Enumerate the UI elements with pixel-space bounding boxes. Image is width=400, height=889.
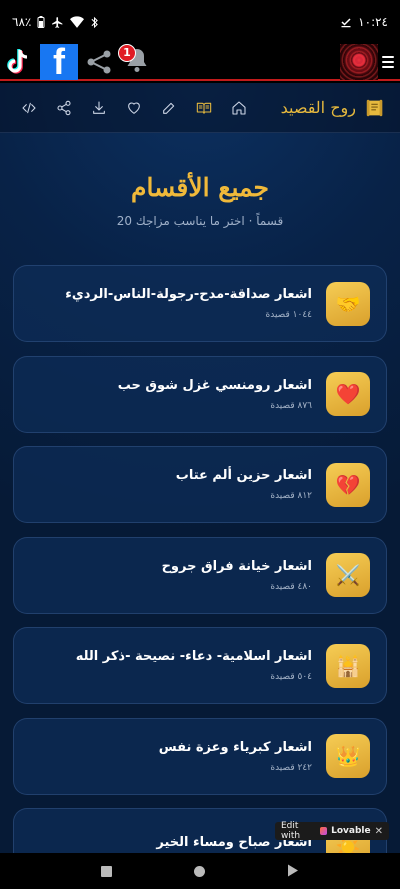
- close-icon[interactable]: ✕: [375, 826, 383, 837]
- category-card[interactable]: اشعار رومنسي غزل شوق حب ٨٧٦ قصيدة ❤️: [13, 355, 387, 433]
- scroll-icon: [364, 97, 386, 119]
- battery-icon: [37, 16, 45, 28]
- category-text: اشعار صداقة-مدح-رجولة-الناس-الرديء ١٠٤٤ ق…: [65, 287, 312, 320]
- menu-icon[interactable]: [382, 55, 394, 68]
- category-count: ٨٧٦ قصيدة: [270, 400, 312, 411]
- status-bar: ٦٨٪ ١٠:٢٤: [0, 0, 400, 44]
- category-card[interactable]: اشعار اسلامية- دعاء- نصيحة -ذكر الله ٥٠٤ …: [13, 627, 387, 704]
- airplane-icon: [51, 16, 64, 29]
- category-emoji-icon: ❤️: [326, 372, 370, 416]
- battery-percent: ٦٨٪: [12, 15, 32, 29]
- download-icon[interactable]: [90, 99, 108, 117]
- category-count: ١٠٤٤ قصيدة: [265, 310, 312, 320]
- heart-icon[interactable]: [125, 99, 143, 117]
- category-text: اشعار كبرياء وعزة نفس ٢٤٢ قصيدة: [159, 740, 312, 773]
- lovable-prefix: Edit with: [281, 821, 301, 841]
- home-icon[interactable]: [230, 99, 248, 117]
- app-bar-right: [340, 43, 394, 80]
- wifi-icon: [70, 16, 85, 28]
- share-icon[interactable]: [82, 45, 116, 79]
- category-text: اشعار رومنسي غزل شوق حب ٨٧٦ قصيدة: [118, 378, 312, 411]
- category-text: اشعار اسلامية- دعاء- نصيحة -ذكر الله ٥٠٤ …: [76, 649, 312, 682]
- category-emoji-icon: 👑: [326, 734, 370, 778]
- category-emoji-icon: 💔: [326, 462, 370, 507]
- status-left: ٦٨٪: [12, 15, 99, 29]
- lovable-heart-icon: [320, 827, 328, 835]
- code-icon[interactable]: [20, 99, 38, 117]
- category-count: ٢٤٢ قصيدة: [270, 762, 312, 773]
- recents-button[interactable]: [101, 865, 112, 877]
- category-title: اشعار حزين ألم عتاب: [175, 468, 312, 483]
- category-emoji-icon: 🕌: [326, 643, 370, 688]
- category-emoji-icon: ⚔️: [326, 553, 370, 597]
- brand[interactable]: روح القصيد: [281, 97, 386, 119]
- category-count: ٤٨٠ قصيدة: [270, 581, 312, 592]
- app-bar-left: f 1: [2, 43, 154, 80]
- share-icon[interactable]: [55, 99, 73, 117]
- facebook-glyph: f: [53, 43, 65, 80]
- page-heading: جميع الأقسام 20 قسماً · اختر ما يناسب مز…: [0, 173, 400, 228]
- category-list: اشعار صداقة-مدح-رجولة-الناس-الرديء ١٠٤٤ ق…: [13, 265, 387, 853]
- status-right: ١٠:٢٤: [340, 15, 388, 29]
- toolbar-actions: [20, 99, 248, 117]
- notification-bell[interactable]: 1: [118, 43, 154, 79]
- tiktok-icon[interactable]: [2, 45, 36, 79]
- toolbar: روح القصيد: [0, 83, 400, 133]
- lovable-badge[interactable]: Edit with Lovable ✕: [275, 821, 389, 841]
- download-done-icon: [340, 16, 352, 28]
- category-text: اشعار خيانة فراق جروح ٤٨٠ قصيدة: [162, 559, 312, 592]
- book-icon[interactable]: [195, 99, 213, 117]
- category-card[interactable]: اشعار صداقة-مدح-رجولة-الناس-الرديء ١٠٤٤ ق…: [13, 265, 387, 342]
- category-title: اشعار خيانة فراق جروح: [161, 558, 312, 574]
- brand-title: روح القصيد: [280, 98, 356, 117]
- category-title: اشعار اسلامية- دعاء- نصيحة -ذكر الله: [75, 649, 312, 664]
- clock-time: ١٠:٢٤: [358, 15, 388, 29]
- page-title: جميع الأقسام: [130, 173, 269, 202]
- page-subtitle: 20 قسماً · اختر ما يناسب مزاجك: [116, 214, 284, 228]
- category-card[interactable]: اشعار خيانة فراق جروح ٤٨٠ قصيدة ⚔️: [13, 536, 387, 614]
- system-nav-bar: [0, 853, 400, 889]
- category-count: ٥٠٤ قصيدة: [270, 672, 312, 682]
- facebook-icon[interactable]: f: [40, 43, 78, 80]
- category-title: اشعار كبرياء وعزة نفس: [158, 739, 312, 755]
- category-title: اشعار صداقة-مدح-رجولة-الناس-الرديء: [65, 287, 312, 302]
- back-button[interactable]: [287, 862, 299, 881]
- main-content: روح القصيد جميع الأقسام 20 قسماً · اختر …: [0, 83, 400, 853]
- category-card[interactable]: اشعار حزين ألم عتاب ٨١٢ قصيدة 💔: [13, 446, 387, 523]
- category-title: اشعار رومنسي غزل شوق حب: [117, 377, 312, 393]
- category-card[interactable]: اشعار كبرياء وعزة نفس ٢٤٢ قصيدة 👑: [13, 717, 387, 795]
- edit-icon[interactable]: [160, 99, 178, 117]
- lovable-brand: Lovable: [331, 826, 371, 836]
- category-text: اشعار حزين ألم عتاب ٨١٢ قصيدة: [176, 468, 312, 501]
- notification-badge: 1: [118, 43, 136, 62]
- home-button[interactable]: [194, 865, 205, 877]
- category-count: ٨١٢ قصيدة: [270, 491, 312, 501]
- app-bar: f 1: [0, 43, 400, 81]
- category-emoji-icon: 🤝: [326, 281, 370, 326]
- profile-thumbnail[interactable]: [340, 43, 378, 80]
- bluetooth-icon: [90, 16, 99, 29]
